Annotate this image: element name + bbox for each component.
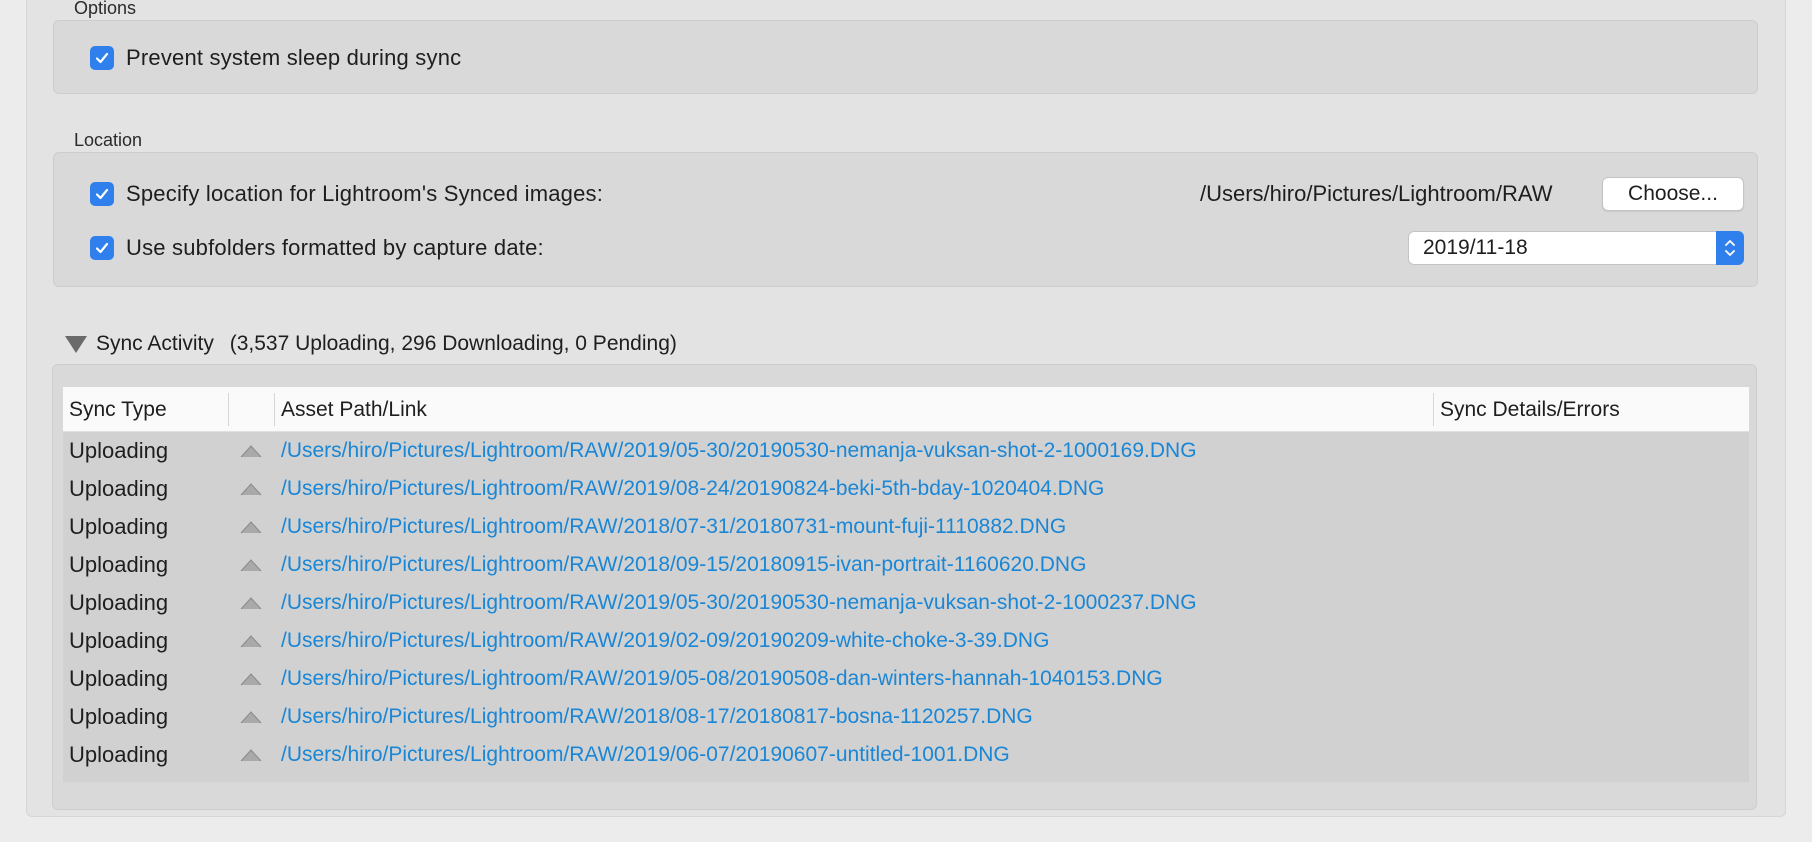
asset-path-link[interactable]: /Users/hiro/Pictures/Lightroom/RAW/2019/… bbox=[281, 439, 1197, 463]
sync-type-cell: Uploading bbox=[69, 552, 169, 577]
sync-type-cell: Uploading bbox=[69, 438, 169, 463]
column-header-asset-path[interactable]: Asset Path/Link bbox=[281, 387, 427, 432]
subfolders-label: Use subfolders formatted by capture date… bbox=[126, 235, 544, 260]
table-row[interactable]: Uploading /Users/hiro/Pictures/Lightroom… bbox=[63, 584, 1749, 622]
sync-type-cell: Uploading bbox=[69, 666, 169, 691]
checkmark-icon bbox=[95, 52, 109, 64]
table-row[interactable]: Uploading /Users/hiro/Pictures/Lightroom… bbox=[63, 622, 1749, 660]
asset-path-link[interactable]: /Users/hiro/Pictures/Lightroom/RAW/2019/… bbox=[281, 743, 1010, 767]
column-divider[interactable] bbox=[1433, 393, 1434, 426]
sync-type-cell: Uploading bbox=[69, 704, 169, 729]
table-row[interactable]: Uploading /Users/hiro/Pictures/Lightroom… bbox=[63, 736, 1749, 774]
options-group-label: Options bbox=[74, 0, 137, 18]
date-format-value: 2019/11-18 bbox=[1423, 236, 1528, 259]
table-row[interactable]: Uploading /Users/hiro/Pictures/Lightroom… bbox=[63, 470, 1749, 508]
sync-type-cell: Uploading bbox=[69, 514, 169, 539]
column-header-sync-details[interactable]: Sync Details/Errors bbox=[1440, 387, 1620, 432]
asset-path-link[interactable]: /Users/hiro/Pictures/Lightroom/RAW/2019/… bbox=[281, 591, 1197, 615]
upload-arrow-icon bbox=[240, 445, 262, 458]
specify-location-checkbox[interactable] bbox=[90, 182, 114, 206]
subfolders-checkbox[interactable] bbox=[90, 236, 114, 260]
sync-type-cell: Uploading bbox=[69, 742, 169, 767]
subfolders-row[interactable]: Use subfolders formatted by capture date… bbox=[90, 235, 544, 261]
location-box: Specify location for Lightroom's Synced … bbox=[53, 152, 1758, 287]
upload-arrow-icon bbox=[240, 597, 262, 610]
upload-arrow-icon bbox=[240, 483, 262, 496]
specify-location-row[interactable]: Specify location for Lightroom's Synced … bbox=[90, 181, 603, 207]
sync-activity-title: Sync Activity bbox=[96, 332, 214, 355]
date-format-select[interactable]: 2019/11-18 bbox=[1408, 231, 1744, 265]
prevent-sleep-label: Prevent system sleep during sync bbox=[126, 45, 462, 70]
sync-type-cell: Uploading bbox=[69, 590, 169, 615]
table-row[interactable]: Uploading /Users/hiro/Pictures/Lightroom… bbox=[63, 698, 1749, 736]
checkmark-icon bbox=[95, 242, 109, 254]
table-row[interactable]: Uploading /Users/hiro/Pictures/Lightroom… bbox=[63, 660, 1749, 698]
sync-type-cell: Uploading bbox=[69, 628, 169, 653]
upload-arrow-icon bbox=[240, 559, 262, 572]
column-header-sync-type[interactable]: Sync Type bbox=[69, 387, 167, 432]
upload-arrow-icon bbox=[240, 749, 262, 762]
checkmark-icon bbox=[95, 188, 109, 200]
asset-path-link[interactable]: /Users/hiro/Pictures/Lightroom/RAW/2019/… bbox=[281, 629, 1049, 653]
upload-arrow-icon bbox=[240, 521, 262, 534]
disclosure-triangle-icon[interactable] bbox=[65, 336, 87, 353]
asset-path-link[interactable]: /Users/hiro/Pictures/Lightroom/RAW/2019/… bbox=[281, 477, 1104, 501]
table-row[interactable]: Uploading /Users/hiro/Pictures/Lightroom… bbox=[63, 432, 1749, 470]
options-box: Prevent system sleep during sync bbox=[53, 20, 1758, 94]
table-header: Sync Type Asset Path/Link Sync Details/E… bbox=[63, 387, 1749, 432]
sync-activity-table: Sync Type Asset Path/Link Sync Details/E… bbox=[52, 364, 1757, 810]
column-divider[interactable] bbox=[228, 393, 229, 426]
upload-arrow-icon bbox=[240, 711, 262, 724]
choose-button[interactable]: Choose... bbox=[1602, 177, 1744, 211]
table-row[interactable]: Uploading /Users/hiro/Pictures/Lightroom… bbox=[63, 508, 1749, 546]
upload-arrow-icon bbox=[240, 635, 262, 648]
specify-location-label: Specify location for Lightroom's Synced … bbox=[126, 181, 604, 206]
location-group-label: Location bbox=[74, 130, 143, 150]
sync-activity-counts: (3,537 Uploading, 296 Downloading, 0 Pen… bbox=[229, 332, 677, 355]
asset-path-link[interactable]: /Users/hiro/Pictures/Lightroom/RAW/2018/… bbox=[281, 553, 1086, 577]
asset-path-link[interactable]: /Users/hiro/Pictures/Lightroom/RAW/2018/… bbox=[281, 705, 1033, 729]
upload-arrow-icon bbox=[240, 673, 262, 686]
table-row[interactable]: Uploading /Users/hiro/Pictures/Lightroom… bbox=[63, 546, 1749, 584]
asset-path-link[interactable]: /Users/hiro/Pictures/Lightroom/RAW/2019/… bbox=[281, 667, 1163, 691]
prevent-sleep-checkbox[interactable] bbox=[90, 46, 114, 70]
table-body[interactable]: Uploading /Users/hiro/Pictures/Lightroom… bbox=[63, 432, 1749, 782]
asset-path-link[interactable]: /Users/hiro/Pictures/Lightroom/RAW/2018/… bbox=[281, 515, 1066, 539]
column-divider[interactable] bbox=[274, 393, 275, 426]
prevent-sleep-row[interactable]: Prevent system sleep during sync bbox=[90, 45, 461, 71]
sync-activity-header[interactable]: Sync Activity (3,537 Uploading, 296 Down… bbox=[96, 332, 677, 356]
location-path: /Users/hiro/Pictures/Lightroom/RAW bbox=[1200, 181, 1553, 206]
updown-chevron-icon[interactable] bbox=[1716, 231, 1744, 265]
sync-type-cell: Uploading bbox=[69, 476, 169, 501]
